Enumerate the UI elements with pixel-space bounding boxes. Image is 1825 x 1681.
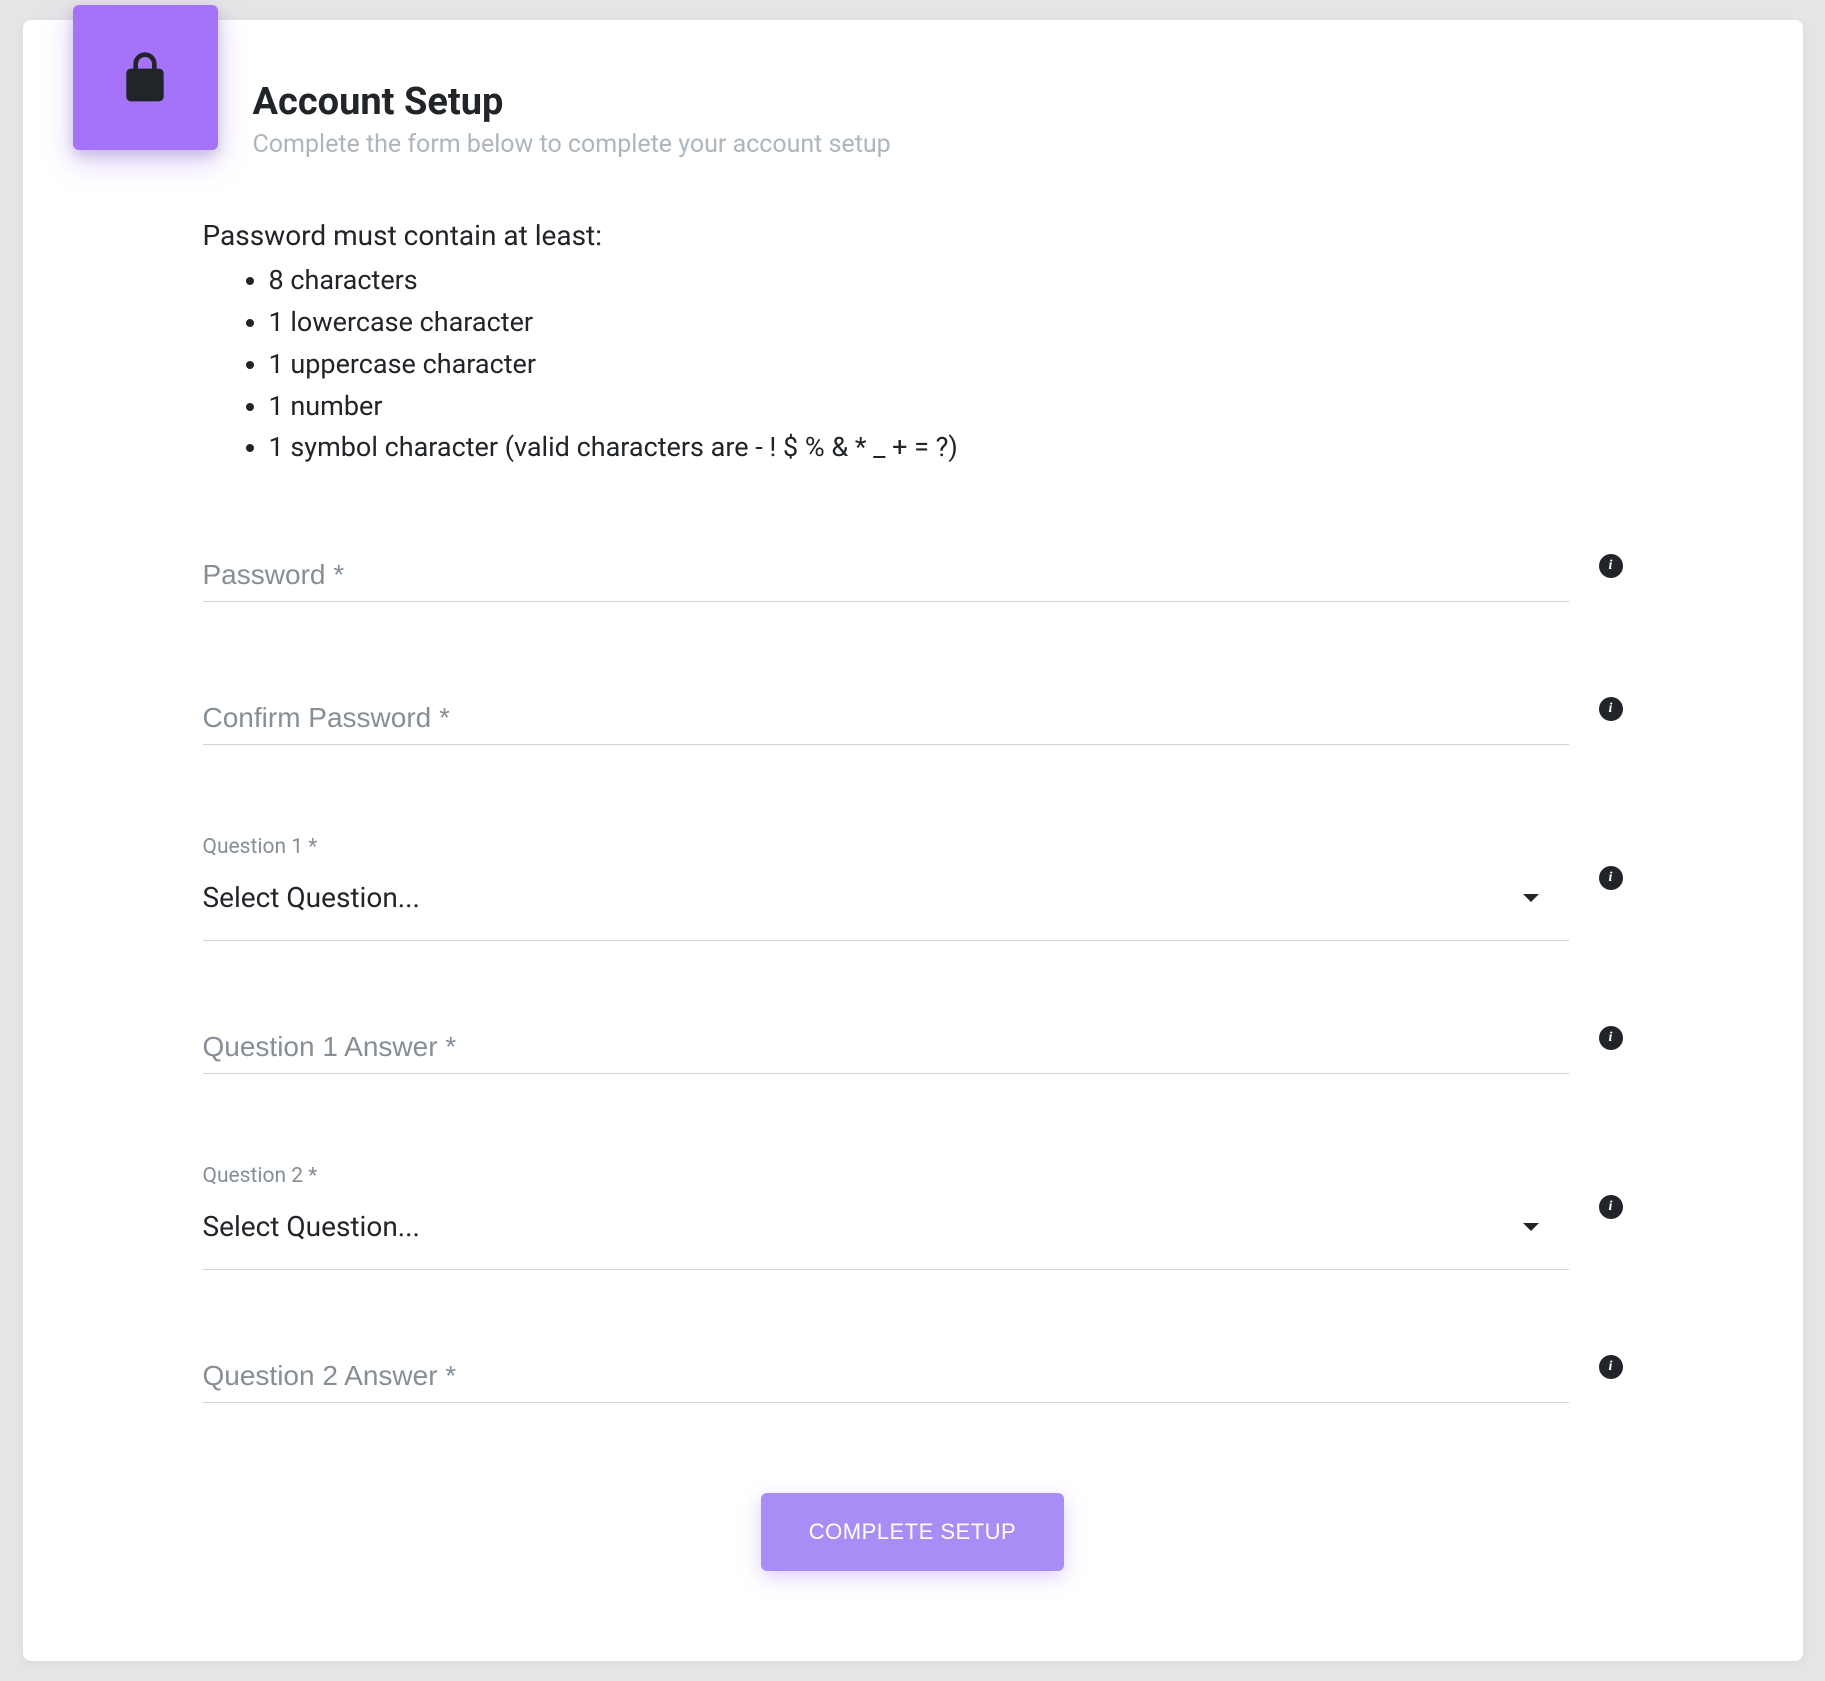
question2-answer-input[interactable] xyxy=(203,1350,1569,1403)
confirm-password-input[interactable] xyxy=(203,692,1569,745)
lock-icon xyxy=(117,50,173,106)
info-icon[interactable]: i xyxy=(1599,697,1623,721)
requirement-item: 1 uppercase character xyxy=(269,344,1623,386)
requirements-list: 8 characters 1 lowercase character 1 upp… xyxy=(203,260,1623,469)
chevron-down-icon xyxy=(1523,1223,1539,1231)
requirement-item: 1 number xyxy=(269,386,1623,428)
complete-setup-button[interactable]: COMPLETE SETUP xyxy=(761,1493,1064,1571)
info-icon[interactable]: i xyxy=(1599,1355,1623,1379)
page-title: Account Setup xyxy=(253,80,891,124)
password-input[interactable] xyxy=(203,549,1569,602)
page-subtitle: Complete the form below to complete your… xyxy=(253,130,891,159)
question2-label: Question 2 * xyxy=(203,1164,1569,1188)
lock-icon-badge xyxy=(73,5,218,150)
card-header: Account Setup Complete the form below to… xyxy=(113,80,1623,159)
question1-selected: Select Question... xyxy=(203,881,420,914)
requirement-item: 1 symbol character (valid characters are… xyxy=(269,427,1623,469)
info-icon[interactable]: i xyxy=(1599,1026,1623,1050)
requirement-item: 8 characters xyxy=(269,260,1623,302)
question2-select[interactable]: Select Question... xyxy=(203,1200,1569,1270)
question1-select[interactable]: Select Question... xyxy=(203,871,1569,941)
question2-selected: Select Question... xyxy=(203,1210,420,1243)
question1-label: Question 1 * xyxy=(203,835,1569,859)
question1-answer-input[interactable] xyxy=(203,1021,1569,1074)
info-icon[interactable]: i xyxy=(1599,866,1623,890)
requirement-item: 1 lowercase character xyxy=(269,302,1623,344)
info-icon[interactable]: i xyxy=(1599,554,1623,578)
requirements-heading: Password must contain at least: xyxy=(203,219,1623,252)
info-icon[interactable]: i xyxy=(1599,1195,1623,1219)
chevron-down-icon xyxy=(1523,894,1539,902)
account-setup-card: Account Setup Complete the form below to… xyxy=(23,20,1803,1661)
